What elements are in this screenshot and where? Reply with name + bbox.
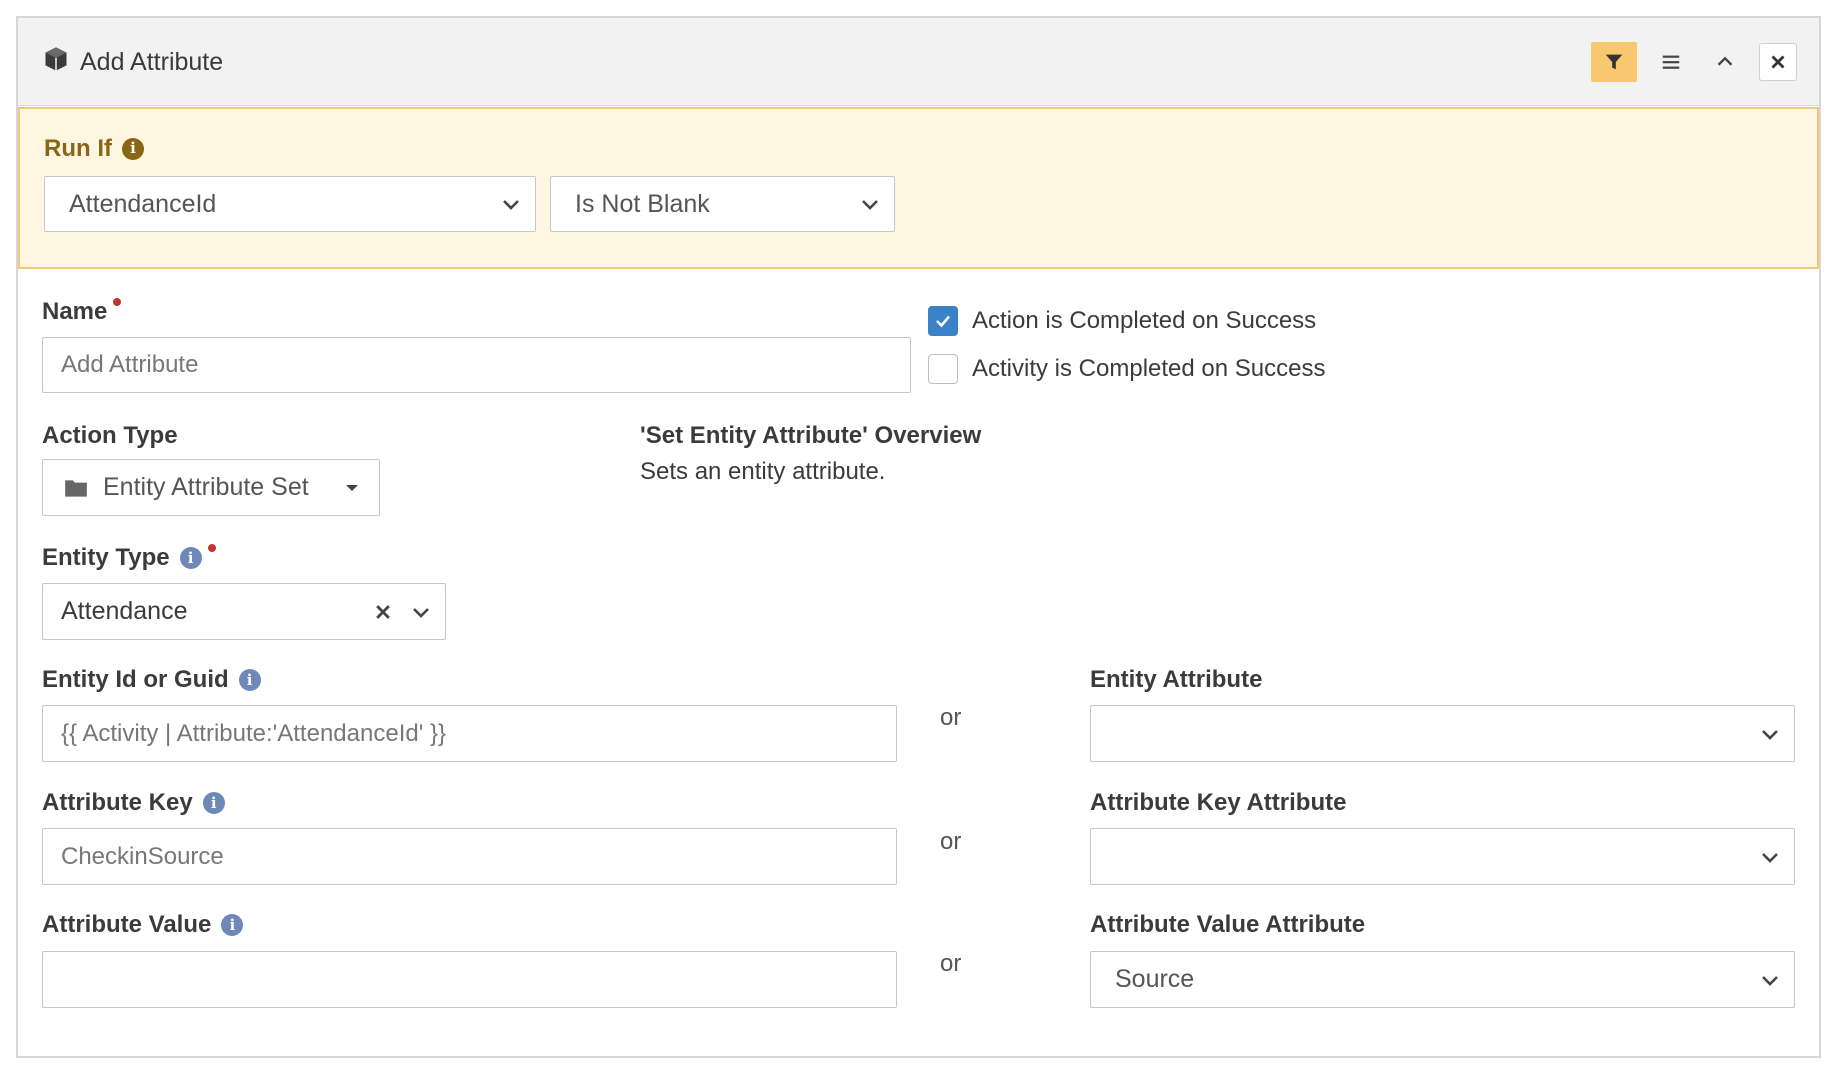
header-actions <box>1591 42 1797 82</box>
action-type-label-text: Action Type <box>42 422 178 449</box>
chevron-down-icon <box>1762 852 1778 863</box>
entity-type-label: Entity Type i <box>42 544 216 572</box>
attribute-value-input[interactable] <box>42 951 897 1008</box>
name-input-value: Add Attribute <box>61 351 199 378</box>
chevron-down-icon <box>1762 975 1778 986</box>
action-type-value: Entity Attribute Set <box>103 473 309 501</box>
info-icon[interactable]: i <box>121 138 144 160</box>
run-if-label-text: Run If <box>44 135 112 162</box>
cube-icon <box>42 45 70 80</box>
attribute-value-attribute-select[interactable]: Source <box>1090 951 1795 1008</box>
attribute-value-label: Attribute Value i <box>42 911 244 939</box>
entity-id-value: {{ Activity | Attribute:'AttendanceId' }… <box>61 719 446 747</box>
attribute-key-value: CheckinSource <box>61 842 224 870</box>
overview-title: 'Set Entity Attribute' Overview <box>640 422 982 449</box>
activity-completed-checkbox-row[interactable]: Activity is Completed on Success <box>928 354 1325 384</box>
entity-attribute-label: Entity Attribute <box>1090 666 1262 694</box>
activity-completed-label: Activity is Completed on Success <box>972 355 1326 382</box>
attribute-value-attribute-label-text: Attribute Value Attribute <box>1090 911 1366 938</box>
run-if-field-select[interactable]: AttendanceId <box>44 176 536 232</box>
attribute-key-attribute-select[interactable] <box>1090 828 1795 885</box>
folder-icon <box>65 479 87 497</box>
info-icon[interactable]: i <box>238 669 261 691</box>
attribute-value-label-text: Attribute Value <box>42 911 212 938</box>
panel-title: Add Attribute <box>42 46 223 78</box>
attribute-key-label: Attribute Key i <box>42 789 225 817</box>
entity-id-label: Entity Id or Guid i <box>42 666 261 694</box>
attribute-key-attribute-label: Attribute Key Attribute <box>1090 789 1346 817</box>
chevron-down-icon <box>1762 729 1778 740</box>
run-if-field-value: AttendanceId <box>69 189 217 218</box>
collapse-button[interactable] <box>1705 42 1745 82</box>
run-if-label: Run If i <box>44 135 144 163</box>
chevron-down-icon <box>503 200 519 210</box>
filter-icon <box>1605 54 1623 70</box>
menu-icon <box>1662 55 1680 69</box>
chevron-up-icon <box>1717 56 1733 66</box>
checkmark-icon <box>936 315 950 328</box>
panel-title-text: Add Attribute <box>80 47 224 76</box>
entity-type-label-text: Entity Type <box>42 544 170 571</box>
run-if-operator-select[interactable]: Is Not Blank <box>550 176 895 232</box>
overview-description: Sets an entity attribute. <box>640 458 886 485</box>
close-icon <box>1771 55 1785 69</box>
workflow-action-panel: Add Attribute Run If i AttendanceId Is N… <box>16 16 1821 1058</box>
action-type-label: Action Type <box>42 422 178 450</box>
required-indicator <box>113 298 122 306</box>
run-if-section: Run If i AttendanceId Is Not Blank <box>18 107 1819 269</box>
info-icon[interactable]: i <box>202 792 225 814</box>
filter-button[interactable] <box>1591 42 1637 82</box>
info-icon[interactable]: i <box>179 547 202 569</box>
entity-type-select[interactable]: Attendance <box>42 583 446 640</box>
or-separator: or <box>940 950 962 977</box>
action-completed-label: Action is Completed on Success <box>972 307 1317 334</box>
chevron-down-icon <box>862 200 878 210</box>
close-button[interactable] <box>1759 43 1797 81</box>
entity-attribute-label-text: Entity Attribute <box>1090 666 1263 693</box>
info-icon[interactable]: i <box>221 914 244 936</box>
required-indicator <box>207 544 216 552</box>
name-input[interactable]: Add Attribute <box>42 337 911 393</box>
entity-id-input[interactable]: {{ Activity | Attribute:'AttendanceId' }… <box>42 705 897 762</box>
action-type-picker[interactable]: Entity Attribute Set <box>42 459 380 516</box>
chevron-down-icon <box>413 607 429 618</box>
entity-attribute-select[interactable] <box>1090 705 1795 762</box>
attribute-key-attribute-label-text: Attribute Key Attribute <box>1090 789 1347 816</box>
entity-id-label-text: Entity Id or Guid <box>42 666 229 693</box>
run-if-operator-value: Is Not Blank <box>575 189 710 218</box>
entity-type-value: Attendance <box>61 597 188 625</box>
clear-icon[interactable] <box>373 602 393 622</box>
attribute-value-attribute-label: Attribute Value Attribute <box>1090 911 1365 939</box>
name-label-text: Name <box>42 298 108 325</box>
attribute-value-attribute-value: Source <box>1115 965 1195 993</box>
name-label: Name <box>42 298 122 326</box>
action-completed-checkbox-row[interactable]: Action is Completed on Success <box>928 306 1316 336</box>
attribute-key-label-text: Attribute Key <box>42 789 193 816</box>
caret-down-icon <box>346 484 358 491</box>
panel-header: Add Attribute <box>18 18 1819 106</box>
activity-completed-checkbox[interactable] <box>928 354 958 384</box>
action-completed-checkbox[interactable] <box>928 306 958 336</box>
attribute-key-input[interactable]: CheckinSource <box>42 828 897 885</box>
or-separator: or <box>940 828 962 855</box>
menu-button[interactable] <box>1651 42 1691 82</box>
or-separator: or <box>940 704 962 731</box>
